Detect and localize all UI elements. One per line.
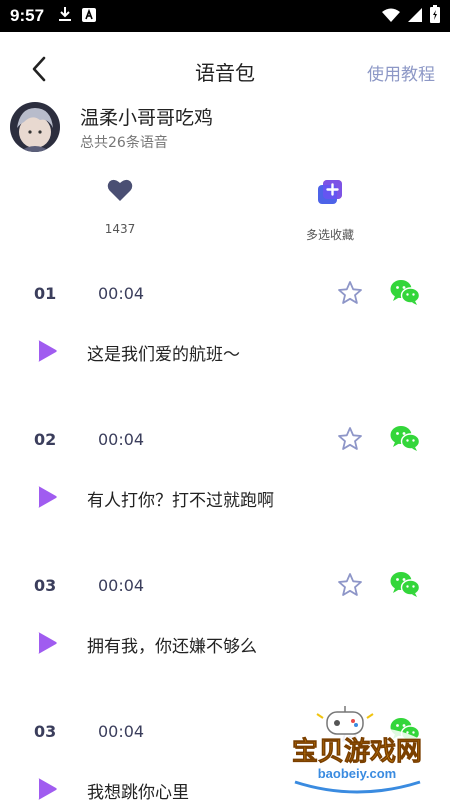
status-time: 9:57	[10, 6, 45, 25]
voice-count: 总共26条语音	[80, 134, 168, 151]
voice-list-item: 01 00:04 这是我们爱的航班～	[0, 270, 450, 410]
tutorial-link[interactable]: 使用教程	[367, 60, 435, 85]
voice-duration: 00:04	[98, 430, 145, 449]
voice-index: 03	[34, 576, 57, 595]
play-icon[interactable]	[36, 339, 58, 363]
svg-text:baobeiy.com: baobeiy.com	[318, 766, 397, 781]
cellular-signal-icon	[408, 7, 422, 26]
voice-list-item: 03 00:04 拥有我，你还嫌不够么	[0, 562, 450, 702]
favorite-star-icon[interactable]	[337, 280, 363, 306]
app-notification-icon	[82, 7, 97, 26]
voice-duration: 00:04	[98, 284, 145, 303]
multi-select-label: 多选收藏	[305, 228, 354, 242]
voice-index: 01	[34, 284, 57, 303]
voice-text: 这是我们爱的航班～	[87, 345, 240, 365]
multi-select-add-icon	[316, 180, 344, 210]
voice-text: 我想跳你心里	[87, 783, 189, 800]
wechat-share-icon[interactable]	[390, 424, 421, 452]
voice-text: 拥有我，你还嫌不够么	[87, 637, 257, 657]
wifi-icon	[382, 7, 400, 26]
wechat-share-icon[interactable]	[390, 570, 421, 598]
status-bar: 9:57	[0, 0, 450, 32]
heart-icon	[107, 179, 133, 206]
multi-select-favorite-button[interactable]: 多选收藏	[280, 178, 380, 243]
nav-bar: 语音包 使用教程	[0, 32, 450, 104]
watermark-logo: 宝贝游戏网 baobeiy.com	[265, 702, 450, 800]
action-row: 1437 多选收藏	[0, 170, 450, 250]
voice-index: 02	[34, 430, 57, 449]
avatar[interactable]	[10, 102, 60, 152]
svg-text:宝贝游戏网: 宝贝游戏网	[292, 736, 422, 767]
favorite-star-icon[interactable]	[337, 572, 363, 598]
play-icon[interactable]	[36, 485, 58, 509]
profile-name: 温柔小哥哥吃鸡	[80, 106, 214, 129]
play-icon[interactable]	[36, 777, 58, 800]
like-button[interactable]: 1437	[70, 178, 170, 236]
like-count: 1437	[104, 222, 136, 236]
voice-duration: 00:04	[98, 576, 145, 595]
play-icon[interactable]	[36, 631, 58, 655]
battery-icon	[430, 5, 440, 27]
favorite-star-icon[interactable]	[337, 426, 363, 452]
voice-duration: 00:04	[98, 722, 145, 741]
voice-list-item: 02 00:04 有人打你？打不过就跑啊	[0, 416, 450, 556]
voice-pack-profile: 温柔小哥哥吃鸡 总共26条语音	[10, 100, 213, 154]
voice-text: 有人打你？打不过就跑啊	[87, 491, 274, 511]
download-icon	[58, 6, 72, 26]
voice-index: 03	[34, 722, 57, 741]
wechat-share-icon[interactable]	[390, 278, 421, 306]
